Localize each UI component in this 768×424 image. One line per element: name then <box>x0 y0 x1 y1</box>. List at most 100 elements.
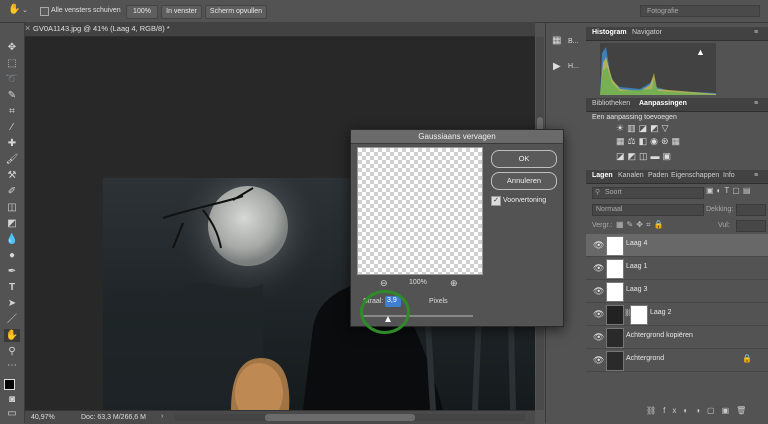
layer-row[interactable]: 👁 Achtergrond kopiëren <box>586 326 768 349</box>
zoom-in-icon[interactable]: ⊕ <box>450 278 458 289</box>
selective-color-icon[interactable]: ▣ <box>663 151 675 161</box>
lock-icons[interactable]: ▦✎✥⌗🔒 <box>616 220 666 230</box>
foreground-color-swatch[interactable] <box>4 379 15 390</box>
lasso-tool-icon[interactable]: ➰ <box>4 73 20 86</box>
photo-filter-icon[interactable]: ◉ <box>650 136 661 146</box>
blend-mode-select[interactable]: Normaal <box>592 204 704 216</box>
blur-tool-icon[interactable]: 💧 <box>4 233 20 246</box>
layer-name: Laag 1 <box>626 263 648 270</box>
layer-row[interactable]: 👁 Laag 1 <box>586 257 768 280</box>
eye-icon[interactable]: 👁 <box>593 355 604 366</box>
crop-tool-icon[interactable]: ⌗ <box>4 105 20 118</box>
warning-icon[interactable]: ▲ <box>696 47 705 57</box>
gradient-tool-icon[interactable]: ◩ <box>4 217 20 230</box>
fit-window-button[interactable]: In venster <box>161 5 202 19</box>
quick-mask-icon[interactable]: ◙ <box>4 393 20 406</box>
ok-button[interactable]: OK <box>491 150 557 168</box>
layer-kind-filter[interactable]: ⚲ Soort <box>592 187 704 199</box>
panel-menu-icon[interactable]: ≡ <box>754 29 758 36</box>
vibrance-icon[interactable]: ▽ <box>662 123 672 133</box>
adjustments-tabs: Bibliotheken Aanpassingen ≡ <box>586 98 768 112</box>
lookup-icon[interactable]: ▦ <box>672 136 684 146</box>
tab-libraries[interactable]: Bibliotheken <box>592 100 630 107</box>
hscroll-thumb[interactable] <box>265 414 415 421</box>
type-tool-icon[interactable]: T <box>4 281 20 294</box>
zoom-status[interactable]: 40,97% <box>31 414 55 421</box>
exposure-icon[interactable]: ◩ <box>650 123 662 133</box>
layer-row[interactable]: 👁 ⛓ Laag 2 <box>586 303 768 326</box>
cancel-button[interactable]: Annuleren <box>491 172 557 190</box>
tab-layers[interactable]: Lagen <box>592 172 613 179</box>
zoom-out-icon[interactable]: ⊖ <box>380 278 388 289</box>
hue-icon[interactable]: ▦ <box>616 136 628 146</box>
healing-tool-icon[interactable]: ✚ <box>4 137 20 150</box>
pen-tool-icon[interactable]: ✒ <box>4 265 20 278</box>
quick-select-tool-icon[interactable]: ✎ <box>4 89 20 102</box>
eyedropper-tool-icon[interactable]: ⁄ <box>4 121 20 134</box>
tab-info[interactable]: Info <box>723 172 735 179</box>
panel-menu-icon[interactable]: ≡ <box>754 172 758 179</box>
zoom-tool-icon[interactable]: ⚲ <box>4 345 20 358</box>
eye-icon[interactable]: 👁 <box>593 286 604 297</box>
stamp-tool-icon[interactable]: ⚒ <box>4 169 20 182</box>
all-windows-checkbox[interactable] <box>40 7 49 16</box>
layer-mask-thumbnail[interactable] <box>630 305 648 325</box>
document-tab[interactable]: × GV0A1143.jpg @ 41% (Laag 4, RGB/8) * <box>25 22 535 37</box>
screen-mode-icon[interactable]: ▭ <box>4 407 20 420</box>
horizontal-scrollbar[interactable] <box>175 414 525 421</box>
layers-footer-icons[interactable]: ⛓fx◐◑▢▣🗑 <box>646 406 753 415</box>
hand-tool-icon[interactable]: ✋ <box>8 4 20 15</box>
eye-icon[interactable]: 👁 <box>593 332 604 343</box>
threshold-icon[interactable]: ◫ <box>639 151 651 161</box>
tab-properties[interactable]: Eigenschappen <box>671 172 719 179</box>
status-arrow-icon[interactable]: › <box>161 413 163 420</box>
tab-navigator[interactable]: Navigator <box>632 29 662 36</box>
move-tool-icon[interactable]: ✥ <box>4 41 20 54</box>
more-tools-icon[interactable]: ⋯ <box>4 359 20 372</box>
eraser-tool-icon[interactable]: ◫ <box>4 201 20 214</box>
history-brush-tool-icon[interactable]: ✐ <box>4 185 20 198</box>
line-tool-icon[interactable]: ／ <box>4 313 20 326</box>
levels-icon[interactable]: ▥ <box>627 123 639 133</box>
collapsed-panel-label-2[interactable]: H... <box>568 63 579 70</box>
layer-thumbnail <box>606 236 624 256</box>
bw-icon[interactable]: ◧ <box>639 136 651 146</box>
preview-checkbox[interactable]: ✓ <box>491 196 501 206</box>
brightness-icon[interactable]: ☀ <box>616 123 627 133</box>
fill-screen-button[interactable]: Scherm opvullen <box>205 5 267 19</box>
zoom-100-button[interactable]: 100% <box>126 5 158 19</box>
blur-preview[interactable] <box>357 147 483 275</box>
posterize-icon[interactable]: ◩ <box>628 151 640 161</box>
panel-menu-icon[interactable]: ≡ <box>754 100 758 107</box>
hand-tool-icon[interactable]: ✋ <box>4 329 20 342</box>
right-panels: Histogram Navigator ≡ ▲ Bibliotheken Aan… <box>586 23 768 423</box>
eye-icon[interactable]: 👁 <box>593 309 604 320</box>
tab-adjustments[interactable]: Aanpassingen <box>639 100 687 107</box>
dodge-tool-icon[interactable]: ● <box>4 249 20 262</box>
adjustment-icons-row-1: ☀▥◪◩▽ <box>616 123 672 134</box>
eye-icon[interactable]: 👁 <box>593 263 604 274</box>
tab-paths[interactable]: Paden <box>648 172 668 179</box>
fill-field[interactable] <box>736 220 766 232</box>
layer-row[interactable]: 👁 Achtergrond 🔒 <box>586 349 768 372</box>
curves-icon[interactable]: ◪ <box>639 123 651 133</box>
path-select-tool-icon[interactable]: ➤ <box>4 297 20 310</box>
layer-row[interactable]: 👁 Laag 4 <box>586 234 768 257</box>
tab-histogram[interactable]: Histogram <box>592 29 627 36</box>
play-icon[interactable]: ▶ <box>553 61 561 72</box>
color-balance-icon[interactable]: ⚖ <box>628 136 639 146</box>
opacity-field[interactable] <box>736 204 766 216</box>
collapsed-panel-label-1[interactable]: B... <box>568 38 579 45</box>
libraries-icon[interactable]: ▦ <box>552 35 561 46</box>
invert-icon[interactable]: ◪ <box>616 151 628 161</box>
marquee-tool-icon[interactable]: ⬚ <box>4 57 20 70</box>
eye-icon[interactable]: 👁 <box>593 240 604 251</box>
brush-tool-icon[interactable]: 🖌 <box>4 153 20 166</box>
channel-mixer-icon[interactable]: ⊛ <box>661 136 672 146</box>
gradient-map-icon[interactable]: ▬ <box>651 151 663 161</box>
workspace-select[interactable]: Fotografie <box>640 5 760 17</box>
lock-icon[interactable]: 🔒 <box>742 354 752 363</box>
layer-row[interactable]: 👁 Laag 3 <box>586 280 768 303</box>
chevron-down-icon[interactable]: ⌄ <box>22 6 28 14</box>
tab-channels[interactable]: Kanalen <box>618 172 644 179</box>
